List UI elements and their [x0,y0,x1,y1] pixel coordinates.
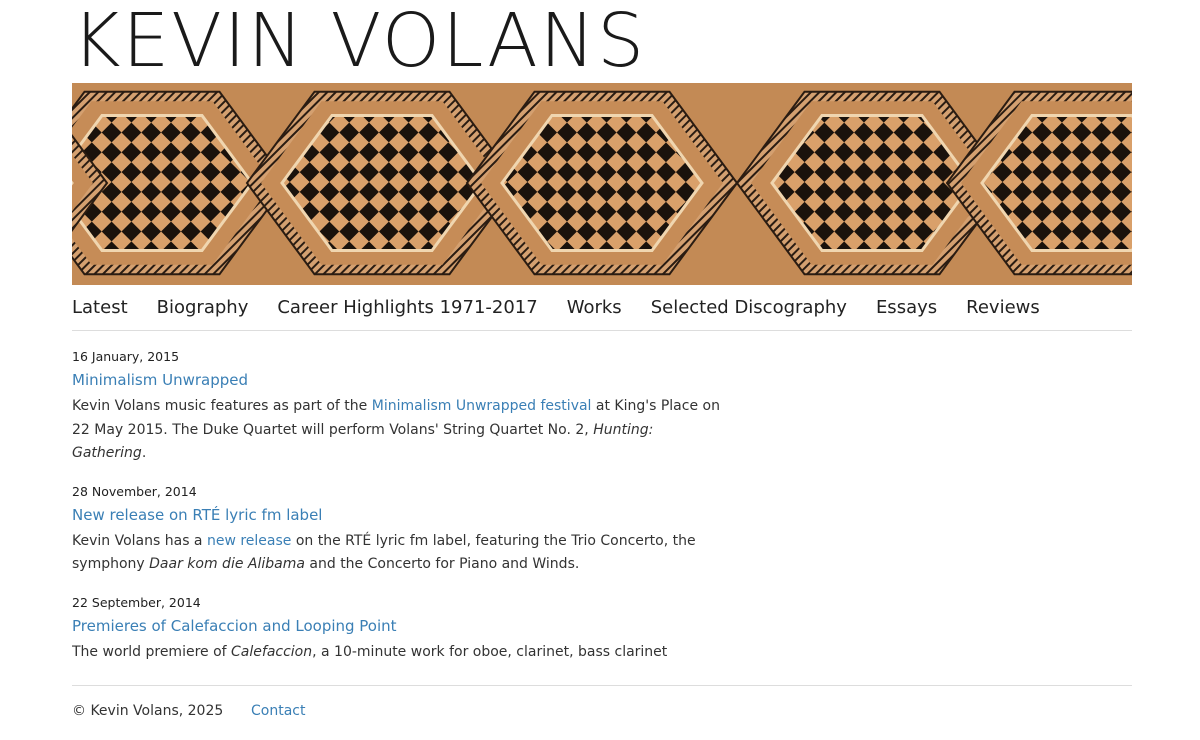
post-italic-title: Calefaccion [231,643,313,660]
post-body: Kevin Volans has a new release on the RT… [72,530,732,577]
post-title-link[interactable]: Premieres of Calefaccion and Looping Poi… [72,615,732,637]
post-item: 22 September, 2014 Premieres of Calefacc… [72,595,732,665]
post-inline-link[interactable]: Minimalism Unwrapped festival [372,398,592,414]
post-text: and the Concerto for Piano and Winds. [304,556,580,572]
post-text: The world premiere of [72,643,232,660]
post-item: 16 January, 2015 Minimalism Unwrapped Ke… [72,349,732,466]
page: KEVIN VOLANS Latest Biography Career Hig… [0,0,1200,740]
post-date: 22 September, 2014 [72,594,201,610]
nav-reviews[interactable]: Reviews [966,294,1040,322]
post-date: 28 November, 2014 [72,483,197,499]
post-text: . [141,445,147,461]
nav-essays[interactable]: Essays [876,294,937,322]
nav-career-highlights[interactable]: Career Highlights 1971-2017 [277,294,537,322]
post-inline-link[interactable]: new release [207,533,291,549]
nav-works[interactable]: Works [567,294,622,322]
posts-list: 16 January, 2015 Minimalism Unwrapped Ke… [72,331,1132,685]
nav-selected-discography[interactable]: Selected Discography [651,294,847,322]
footer: © Kevin Volans, 2025 Contact [72,685,1132,740]
post-text: , a 10-minute work for oboe, clarinet, b… [312,643,668,660]
contact-link[interactable]: Contact [251,703,305,719]
site-title[interactable]: KEVIN VOLANS [72,4,646,78]
post-date: 16 January, 2015 [72,349,180,364]
main-nav: Latest Biography Career Highlights 1971-… [72,294,1132,331]
post-title-link[interactable]: Minimalism Unwrapped [72,369,732,391]
post-italic-title: Daar kom die Alibama [149,556,305,572]
copyright-text: © Kevin Volans, 2025 [72,703,224,719]
post-title-link[interactable]: New release on RTÉ lyric fm label [72,504,732,526]
post-text: Kevin Volans music features as part of t… [72,398,372,414]
post-body: Kevin Volans music features as part of t… [72,395,732,466]
banner-image [72,83,1132,285]
post-body: The world premiere of Calefaccion, a 10-… [72,641,732,665]
post-item: 28 November, 2014 New release on RTÉ lyr… [72,484,732,577]
nav-biography[interactable]: Biography [157,294,249,322]
post-text: Kevin Volans has a [72,532,207,549]
nav-latest[interactable]: Latest [72,294,128,322]
